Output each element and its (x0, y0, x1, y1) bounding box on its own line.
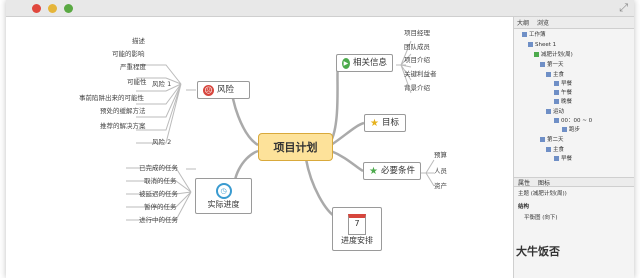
tree-item[interactable]: 工作簿 (522, 32, 546, 39)
topic-icon (546, 109, 551, 114)
risk-leaf-3[interactable]: 可能性 (127, 79, 147, 86)
tab-icons[interactable]: 图标 (538, 178, 550, 187)
app-window: ⤢ 项目计划 ☹ 风险 风险 1 风险 2 描述 可能的影响 严重程度 可能性 … (6, 0, 634, 278)
topic-conditions-label: 必要条件 (380, 165, 415, 176)
tree-item[interactable]: 早餐 (554, 81, 572, 88)
topic-risk[interactable]: ☹ 风险 (197, 81, 250, 99)
tree-item[interactable]: 运动 (546, 109, 564, 116)
green-star-icon: ★ (369, 165, 378, 177)
star-icon: ★ (370, 117, 379, 129)
progress-leaf-0[interactable]: 已完成的任务 (139, 165, 178, 172)
tree-item[interactable]: 早餐 (554, 156, 572, 163)
close-button[interactable] (32, 4, 41, 13)
risk-leaf-5[interactable]: 预处的缓解方法 (100, 108, 146, 115)
risk-leaf-2[interactable]: 严重程度 (120, 64, 146, 71)
topic-icon (540, 137, 545, 142)
zoom-button[interactable] (64, 4, 73, 13)
topic-progress-label: 实际进度 (207, 200, 240, 209)
tree-item[interactable]: 第二天 (540, 137, 564, 144)
info-leaf-4[interactable]: 背景介绍 (404, 85, 430, 92)
workbook-icon (522, 32, 527, 37)
topic-goal-label: 目标 (381, 117, 399, 128)
tree-item[interactable]: 减肥计划(周) (534, 52, 573, 59)
calendar-icon: 7 (348, 213, 366, 235)
topic-icon (554, 156, 559, 161)
info-leaf-2[interactable]: 项目介绍 (404, 57, 430, 64)
risk-leaf-6[interactable]: 推荐的解决方案 (100, 123, 146, 130)
tree-item[interactable]: 晚餐 (554, 99, 572, 106)
tab-browse[interactable]: 浏览 (537, 18, 549, 27)
sheet-icon (528, 42, 533, 47)
risk-leaf-0[interactable]: 描述 (132, 38, 145, 45)
topic-icon (554, 90, 559, 95)
structure-select[interactable]: 平衡图 (向下) (524, 215, 558, 222)
tree-item[interactable]: 主食 (546, 72, 564, 79)
conditions-leaf-1[interactable]: 人员 (434, 168, 447, 175)
topic-icon (554, 81, 559, 86)
topic-icon (534, 52, 539, 57)
conditions-leaf-0[interactable]: 预算 (434, 152, 447, 159)
topic-icon (540, 62, 545, 67)
risk-sub-1[interactable]: 风险 1 (152, 81, 171, 88)
topic-progress[interactable]: ◷ 实际进度 (195, 178, 252, 214)
topic-conditions[interactable]: ★ 必要条件 (363, 162, 421, 180)
info-leaf-1[interactable]: 团队成员 (404, 44, 430, 51)
progress-leaf-1[interactable]: 取消的任务 (144, 178, 177, 185)
tree-item[interactable]: 00：00 ~ 0 (554, 118, 592, 125)
topic-icon (546, 147, 551, 152)
tree-item[interactable]: Sheet 1 (528, 42, 556, 49)
tab-outline[interactable]: 大纲 (517, 18, 529, 27)
progress-leaf-2[interactable]: 被延迟的任务 (139, 191, 178, 198)
topic-icon (554, 99, 559, 104)
topic-icon (554, 118, 559, 123)
mindmap-canvas[interactable]: 项目计划 ☹ 风险 风险 1 风险 2 描述 可能的影响 严重程度 可能性 事前… (6, 17, 512, 278)
outline-tabs: 大纲 浏览 (514, 17, 634, 29)
properties-tabs: 属性 图标 (514, 177, 634, 187)
play-icon: ▶ (342, 57, 350, 69)
risk-leaf-4[interactable]: 事前陷阱出来的可能性 (79, 95, 144, 102)
info-leaf-3[interactable]: 关键利益者 (404, 71, 437, 78)
progress-leaf-3[interactable]: 暂停的任务 (144, 204, 177, 211)
clock-icon: ◷ (215, 183, 232, 199)
outline-panel: 大纲 浏览 工作簿 Sheet 1 减肥计划(周) 第一天 主食 早餐 午餐 晚… (513, 17, 634, 278)
minimize-button[interactable] (48, 4, 57, 13)
sad-face-icon: ☹ (203, 84, 214, 96)
topic-info[interactable]: ▶ 相关信息 (336, 54, 393, 72)
topic-schedule-label: 进度安排 (341, 235, 373, 245)
fullscreen-icon[interactable]: ⤢ (619, 1, 628, 15)
topic-label: 主题 (减肥计划(周)) (518, 191, 567, 197)
structure-heading: 结构 (518, 204, 530, 210)
risk-sub-2[interactable]: 风险 2 (152, 139, 171, 146)
risk-leaf-1[interactable]: 可能的影响 (112, 51, 145, 58)
progress-leaf-4[interactable]: 进行中的任务 (139, 217, 178, 224)
topic-icon (562, 127, 567, 132)
central-topic[interactable]: 项目计划 (258, 133, 333, 161)
topic-risk-label: 风险 (217, 84, 235, 95)
info-leaf-0[interactable]: 项目经理 (404, 30, 430, 37)
tree-item[interactable]: 第一天 (540, 62, 564, 69)
branch-info (329, 64, 340, 142)
topic-info-label: 相关信息 (352, 57, 387, 68)
topic-icon (546, 72, 551, 77)
branch-conditions (330, 149, 364, 173)
watermark: 大牛饭否 (516, 245, 560, 258)
conditions-leaf-2[interactable]: 资产 (434, 183, 447, 190)
title-bar: ⤢ (6, 0, 634, 17)
topic-schedule[interactable]: 7 进度安排 (332, 207, 382, 251)
tree-item[interactable]: 主食 (546, 147, 564, 154)
tab-properties[interactable]: 属性 (518, 178, 530, 187)
tree-item[interactable]: 午餐 (554, 90, 572, 97)
topic-goal[interactable]: ★ 目标 (364, 114, 406, 132)
tree-item[interactable]: 跑步 (562, 127, 580, 134)
